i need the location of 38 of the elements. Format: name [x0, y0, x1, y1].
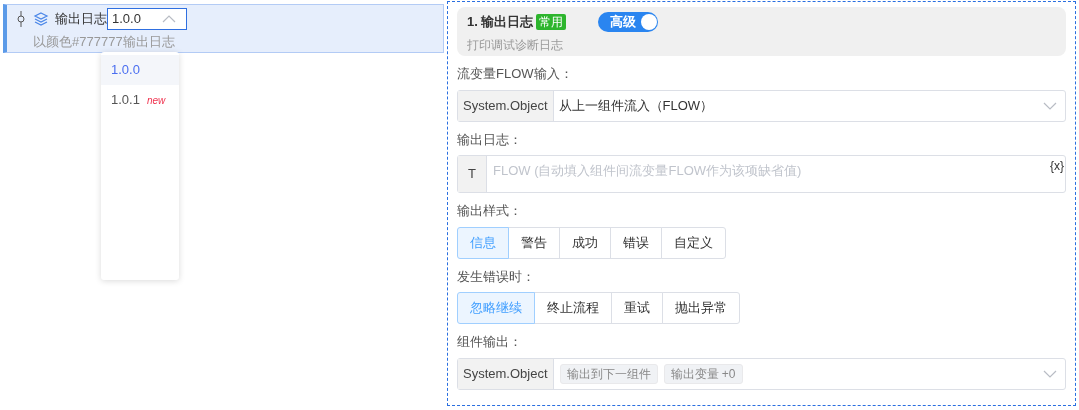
segment-option[interactable]: 抛出异常 — [662, 292, 740, 324]
select-field[interactable]: System.Object 输出到下一组件 输出变量 +0 — [457, 357, 1066, 390]
variable-button[interactable]: {x} — [1050, 157, 1064, 175]
segment-option[interactable]: 终止流程 — [534, 292, 612, 324]
field-label: 输出日志： — [457, 130, 523, 149]
advanced-toggle[interactable]: 高级 — [598, 12, 659, 32]
panel-subtitle: 打印调试诊断日志 — [467, 37, 564, 54]
chevron-icon — [1043, 369, 1057, 378]
field-label: 输出样式： — [457, 202, 523, 220]
placeholder-text: FLOW (自动填入组件间流变量FLOW作为该项缺省值) — [493, 163, 802, 178]
segment-option[interactable]: 警告 — [508, 226, 560, 259]
select-field[interactable]: System.Object 从上一组件流入（FLOW） — [457, 89, 1066, 122]
type-prefix: System.Object — [458, 358, 554, 389]
field-label: 组件输出： — [457, 333, 523, 351]
type-prefix: System.Object — [458, 90, 554, 121]
tag: 输出到下一组件 — [559, 363, 658, 384]
chevron-icon — [162, 15, 176, 23]
new-label: new — [146, 93, 166, 108]
chevron-icon — [1043, 101, 1057, 110]
segment-option[interactable]: 自定义 — [661, 226, 726, 259]
segment-option[interactable]: 重试 — [611, 292, 663, 324]
node-title: 输出日志 — [55, 10, 107, 29]
node-connector-icon — [17, 11, 25, 27]
text-area-field[interactable]: T FLOW (自动填入组件间流变量FLOW作为该项缺省值) {x} — [457, 155, 1066, 193]
panel-title: 1. 输出日志 — [467, 13, 534, 32]
version-option[interactable]: 1.0.0 — [101, 55, 179, 85]
version-select[interactable]: 1.0.0 — [107, 8, 187, 30]
type-prefix: T — [458, 156, 487, 192]
node-description: 以颜色#777777输出日志 — [33, 33, 176, 51]
tag: 输出变量 +0 — [663, 363, 743, 384]
field-label: 流变量FLOW输入： — [457, 65, 574, 83]
common-tag: 常用 — [536, 14, 567, 30]
field-label: 发生错误时： — [457, 267, 536, 286]
segment-option[interactable]: 成功 — [559, 226, 611, 259]
node-card[interactable]: 输出日志 1.0.0 以颜色#777777输出日志 — [3, 4, 444, 53]
segment-option[interactable]: 错误 — [610, 226, 662, 259]
version-option[interactable]: 1.0.1 new — [101, 85, 179, 115]
layers-icon — [33, 11, 49, 27]
